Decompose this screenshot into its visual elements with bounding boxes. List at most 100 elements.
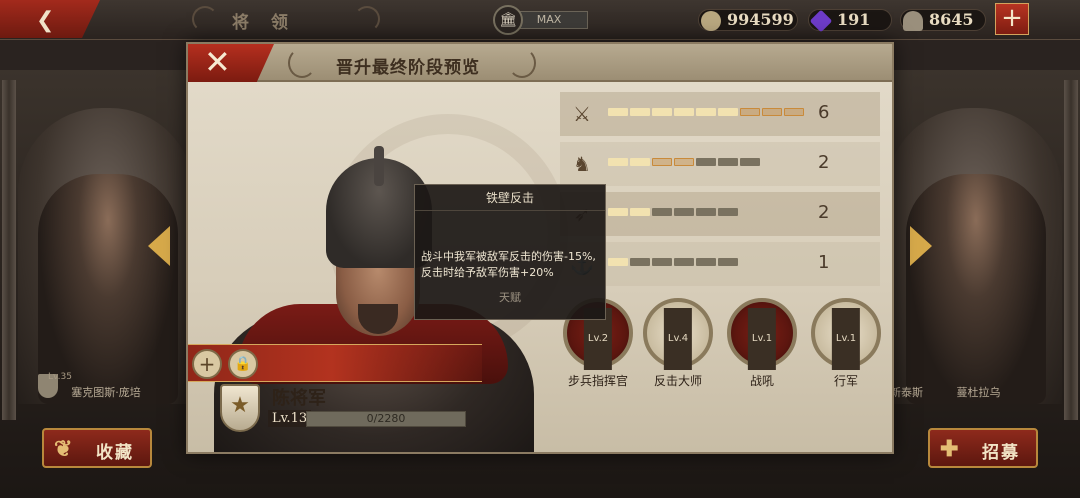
back-button[interactable]: ❮ bbox=[0, 0, 100, 38]
tooltip-description-line: 战斗中我军被敌军反击的伤害-15%, bbox=[421, 250, 596, 263]
stat-segment bbox=[696, 258, 716, 266]
add-resource-button[interactable]: + bbox=[995, 3, 1029, 35]
close-button[interactable]: ✕ bbox=[188, 44, 274, 82]
stat-value: 6 bbox=[818, 102, 830, 123]
previous-general-arrow-icon[interactable] bbox=[148, 226, 170, 266]
tooltip-type: 天赋 bbox=[499, 291, 521, 304]
stat-segment bbox=[674, 208, 694, 216]
general-level: Lv.13 bbox=[268, 410, 312, 427]
tooltip-description-line: 反击时给予敌军伤害+20% bbox=[421, 266, 554, 279]
promotion-preview-modal: ✕ 晋升最终阶段预览 + 🔒 ★ 陈将军 Lv.13 0/2280 ⚔6♞2➶2… bbox=[186, 42, 894, 454]
temple-icon[interactable]: 🏛 bbox=[493, 5, 523, 35]
stat-segment bbox=[718, 208, 738, 216]
stat-segment bbox=[784, 108, 804, 116]
add-button[interactable]: + bbox=[192, 349, 222, 379]
tooltip-description: 战斗中我军被敌军反击的伤害-15%, 反击时给予敌军伤害+20% bbox=[421, 249, 607, 281]
skill-level: Lv.1 bbox=[831, 308, 861, 370]
laurel-icon bbox=[508, 48, 536, 78]
stat-segment bbox=[696, 158, 716, 166]
stat-segment bbox=[718, 158, 738, 166]
skill-level: Lv.4 bbox=[663, 308, 693, 370]
stat-segment bbox=[740, 158, 760, 166]
stat-row: ➶2 bbox=[560, 192, 880, 236]
recruit-button[interactable]: ✚ 招募 bbox=[928, 428, 1038, 468]
warcry-icon: ♛Lv.1 bbox=[727, 298, 797, 370]
star-rank-badge-icon: ★ bbox=[220, 384, 260, 432]
xp-progress-bar: 0/2280 bbox=[306, 411, 466, 427]
collect-button[interactable]: ❦ 收藏 bbox=[42, 428, 152, 468]
collect-label: 收藏 bbox=[96, 443, 134, 463]
side-general-partial-name: 新泰斯 bbox=[890, 386, 923, 399]
side-general-name: 蔓杜拉乌 bbox=[956, 386, 1001, 399]
next-general-arrow-icon[interactable] bbox=[910, 226, 932, 266]
laurel-icon bbox=[354, 6, 380, 32]
skill-name: 行军 bbox=[833, 374, 858, 388]
stat-segment bbox=[652, 258, 672, 266]
pillar bbox=[2, 80, 16, 420]
pillar bbox=[1064, 80, 1078, 420]
coin-value: 994599 bbox=[727, 10, 794, 29]
skill-name: 战吼 bbox=[749, 374, 774, 388]
general-name: 陈将军 bbox=[272, 388, 326, 409]
stat-segment bbox=[652, 108, 672, 116]
skill-3[interactable]: ♛Lv.1 战吼 bbox=[724, 298, 800, 389]
stat-row: ⚓1 bbox=[560, 242, 880, 286]
xp-text: 0/2280 bbox=[366, 412, 406, 425]
skill-name: 步兵指挥官 bbox=[567, 374, 628, 388]
skill-level: Lv.1 bbox=[747, 308, 777, 370]
skill-2[interactable]: ✠Lv.4 反击大师 bbox=[640, 298, 716, 389]
laurel-icon bbox=[288, 48, 316, 78]
helmet-spike bbox=[374, 146, 384, 186]
modal-header: ✕ 晋升最终阶段预览 bbox=[188, 44, 892, 82]
sword-icon: ⚔ bbox=[573, 102, 591, 126]
stat-segment bbox=[652, 158, 672, 166]
helmet-value: 8645 bbox=[929, 10, 974, 29]
gem-counter: 191 bbox=[808, 9, 892, 33]
laurel-icon bbox=[192, 6, 218, 32]
stat-segment bbox=[630, 258, 650, 266]
helmet-plus-icon: ✚ bbox=[940, 436, 959, 462]
stat-segment bbox=[696, 208, 716, 216]
gem-value: 191 bbox=[837, 10, 871, 29]
close-icon: ✕ bbox=[204, 43, 231, 81]
skill-4[interactable]: ⚒Lv.1 行军 bbox=[808, 298, 884, 389]
stat-segment bbox=[674, 108, 694, 116]
tooltip-title: 铁壁反击 bbox=[415, 185, 605, 211]
lock-button[interactable]: 🔒 bbox=[228, 349, 258, 379]
stat-row: ⚔ 6 bbox=[560, 92, 880, 136]
page-title: 将 领 bbox=[232, 13, 296, 33]
back-arrow-icon: ❮ bbox=[36, 8, 55, 33]
march-icon: ⚒Lv.1 bbox=[811, 298, 881, 370]
general-portrait bbox=[906, 174, 1046, 404]
skill-tooltip: 铁壁反击 战斗中我军被敌军反击的伤害-15%, 反击时给予敌军伤害+20% 天赋 bbox=[414, 184, 606, 320]
stat-row: ♞ 2 bbox=[560, 142, 880, 186]
stat-segment bbox=[652, 208, 672, 216]
recruit-label: 招募 bbox=[982, 443, 1020, 463]
stat-segment bbox=[740, 108, 760, 116]
duel-icon: ✠Lv.4 bbox=[643, 298, 713, 370]
stat-segment bbox=[608, 158, 628, 166]
stat-segment bbox=[674, 158, 694, 166]
helmet-icon bbox=[903, 11, 923, 31]
stat-segment bbox=[608, 258, 628, 266]
lock-icon: 🔒 bbox=[234, 356, 252, 372]
gem-icon bbox=[809, 9, 833, 33]
eagle-icon: ❦ bbox=[54, 436, 73, 462]
stat-value: 2 bbox=[818, 202, 830, 223]
coin-counter: 994599 bbox=[698, 9, 798, 31]
stat-value: 1 bbox=[818, 252, 830, 273]
add-icon: + bbox=[1001, 3, 1023, 33]
side-general-level: Lv.35 bbox=[48, 372, 72, 382]
stat-segment bbox=[718, 258, 738, 266]
stat-segment bbox=[630, 208, 650, 216]
stat-segment bbox=[608, 208, 628, 216]
horse-icon: ♞ bbox=[573, 152, 591, 176]
stat-segment bbox=[630, 108, 650, 116]
coin-icon bbox=[701, 11, 721, 31]
skill-name: 反击大师 bbox=[653, 374, 702, 388]
stat-segment bbox=[674, 258, 694, 266]
stat-value: 2 bbox=[818, 152, 830, 173]
top-bar: ❮ 将 领 MAX 🏛 994599 191 8645 + bbox=[0, 0, 1080, 40]
building-level-text: MAX bbox=[536, 13, 562, 26]
stat-segment bbox=[762, 108, 782, 116]
